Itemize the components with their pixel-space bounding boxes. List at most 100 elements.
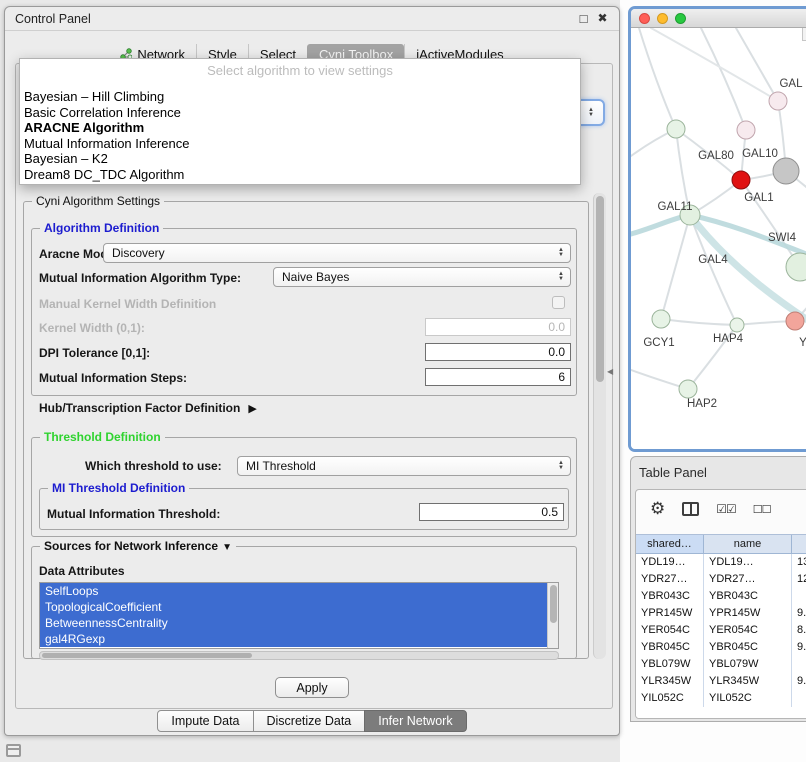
apply-button[interactable]: Apply bbox=[275, 677, 349, 698]
show-columns-icon[interactable] bbox=[682, 502, 699, 516]
column-header-shared-name[interactable]: shared… bbox=[636, 535, 704, 553]
expand-arrow-icon bbox=[240, 401, 256, 415]
network-edge[interactable] bbox=[661, 215, 690, 319]
network-view-window: GALGAL80GAL10GAL11GAL1SWI4GAL4GCY1HAP4HA… bbox=[628, 6, 806, 452]
algorithm-option-bayesian-k2[interactable]: Bayesian – K2 bbox=[20, 151, 580, 167]
attributes-list-scrollbar[interactable] bbox=[547, 583, 558, 648]
settings-scrollbar[interactable] bbox=[593, 193, 606, 659]
close-window-icon[interactable] bbox=[639, 13, 650, 24]
network-edge[interactable] bbox=[690, 215, 737, 325]
network-node[interactable] bbox=[732, 171, 750, 189]
cell-value bbox=[792, 690, 806, 707]
table-row[interactable]: YLR345WYLR345W9. bbox=[636, 673, 806, 690]
restore-panel-icon[interactable] bbox=[6, 744, 21, 757]
minimize-window-icon[interactable] bbox=[657, 13, 668, 24]
network-node[interactable] bbox=[773, 158, 799, 184]
close-panel-icon[interactable] bbox=[595, 11, 610, 26]
sources-title[interactable]: Sources for Network Inference bbox=[40, 539, 236, 553]
hub-transcription-factor-toggle[interactable]: Hub/Transcription Factor Definition bbox=[39, 401, 257, 415]
table-toolbar bbox=[636, 490, 806, 528]
cell-name: YDL19… bbox=[704, 554, 792, 571]
attribute-item-betweennesscentrality[interactable]: BetweennessCentrality bbox=[40, 615, 558, 631]
cell-shared-name: YPR145W bbox=[636, 605, 704, 622]
column-header-partial[interactable] bbox=[792, 535, 806, 553]
combo-arrows-icon bbox=[554, 272, 568, 282]
attribute-item-gal4rgexp[interactable]: gal4RGexp bbox=[40, 631, 558, 647]
select-all-columns-icon[interactable] bbox=[716, 500, 736, 518]
settings-scrollbar-thumb[interactable] bbox=[596, 196, 604, 382]
network-edge[interactable] bbox=[639, 28, 676, 129]
network-node[interactable] bbox=[652, 310, 670, 328]
control-panel-titlebar[interactable]: Control Panel bbox=[5, 7, 619, 31]
network-scrollbar-up-icon[interactable] bbox=[802, 28, 806, 41]
mi-algorithm-type-value: Naive Bayes bbox=[282, 270, 554, 284]
cell-value bbox=[792, 588, 806, 605]
algorithm-option-bayesian-hill-climbing[interactable]: Bayesian – Hill Climbing bbox=[20, 89, 580, 105]
mi-threshold-label: Mutual Information Threshold: bbox=[47, 507, 220, 521]
network-node[interactable] bbox=[679, 380, 697, 398]
attributes-scrollbar-thumb[interactable] bbox=[550, 585, 557, 623]
attributes-hscrollbar[interactable] bbox=[39, 651, 559, 660]
manual-kernel-width-checkbox[interactable] bbox=[552, 296, 565, 309]
mi-threshold-definition-title: MI Threshold Definition bbox=[48, 481, 189, 495]
mi-threshold-field[interactable] bbox=[419, 503, 564, 521]
cell-value: 9. bbox=[792, 673, 806, 690]
network-canvas-svg: GALGAL80GAL10GAL11GAL1SWI4GAL4GCY1HAP4HA… bbox=[631, 28, 806, 452]
network-node[interactable] bbox=[730, 318, 744, 332]
network-node-label: GAL4 bbox=[698, 254, 728, 266]
algorithm-option-dream8-dc-tdc-algorithm[interactable]: Dream8 DC_TDC Algorithm bbox=[20, 167, 580, 183]
dpi-tolerance-field[interactable] bbox=[425, 343, 571, 361]
deselect-all-columns-icon[interactable] bbox=[753, 500, 771, 518]
mi-algorithm-type-select[interactable]: Naive Bayes bbox=[273, 267, 571, 287]
table-header-row: shared… name bbox=[636, 534, 806, 554]
network-window-titlebar[interactable] bbox=[631, 9, 806, 28]
cell-name: YDR27… bbox=[704, 571, 792, 588]
network-node[interactable] bbox=[786, 312, 804, 330]
network-node-label: GCY1 bbox=[643, 337, 674, 349]
table-row[interactable]: YER054CYER054C8. bbox=[636, 622, 806, 639]
attributes-hscrollbar-thumb[interactable] bbox=[42, 653, 252, 658]
bottom-tab-impute-data[interactable]: Impute Data bbox=[157, 710, 253, 732]
table-row[interactable]: YPR145WYPR145W9. bbox=[636, 605, 806, 622]
network-canvas[interactable]: GALGAL80GAL10GAL11GAL1SWI4GAL4GCY1HAP4HA… bbox=[631, 28, 806, 449]
bottom-tab-infer-network[interactable]: Infer Network bbox=[364, 710, 466, 732]
panel-collapse-icon[interactable] bbox=[607, 367, 613, 376]
network-node[interactable] bbox=[786, 253, 806, 281]
algorithm-option-mutual-information-inference[interactable]: Mutual Information Inference bbox=[20, 136, 580, 152]
cell-shared-name: YDR27… bbox=[636, 571, 704, 588]
control-panel-title: Control Panel bbox=[15, 12, 91, 26]
mi-steps-field[interactable] bbox=[425, 368, 571, 386]
aracne-mode-value: Discovery bbox=[112, 246, 554, 260]
table-row[interactable]: YDR27…YDR27…12 bbox=[636, 571, 806, 588]
network-node-label: HAP2 bbox=[687, 398, 717, 410]
zoom-window-icon[interactable] bbox=[675, 13, 686, 24]
cell-name: YBL079W bbox=[704, 656, 792, 673]
which-threshold-select[interactable]: MI Threshold bbox=[237, 456, 571, 476]
network-node[interactable] bbox=[737, 121, 755, 139]
table-row[interactable]: YBR045CYBR045C9. bbox=[636, 639, 806, 656]
combo-arrows-icon bbox=[554, 248, 568, 258]
column-header-name[interactable]: name bbox=[704, 535, 792, 553]
kernel-width-field[interactable] bbox=[425, 318, 571, 336]
attribute-item-selfloops[interactable]: SelfLoops bbox=[40, 583, 558, 599]
table-panel-title: Table Panel bbox=[639, 465, 707, 480]
network-node[interactable] bbox=[667, 120, 685, 138]
attribute-item-topologicalcoefficient[interactable]: TopologicalCoefficient bbox=[40, 599, 558, 615]
network-edge[interactable] bbox=[736, 28, 778, 101]
network-edge[interactable] bbox=[661, 319, 737, 325]
algorithm-definition-title: Algorithm Definition bbox=[40, 221, 163, 235]
table-settings-gear-icon[interactable] bbox=[650, 499, 665, 519]
network-edge[interactable] bbox=[651, 28, 778, 101]
table-row[interactable]: YBL079WYBL079W bbox=[636, 656, 806, 673]
float-window-icon[interactable] bbox=[576, 11, 591, 26]
algorithm-option-basic-correlation-inference[interactable]: Basic Correlation Inference bbox=[20, 105, 580, 121]
aracne-mode-select[interactable]: Discovery bbox=[103, 243, 571, 263]
table-row[interactable]: YBR043CYBR043C bbox=[636, 588, 806, 605]
data-attributes-list[interactable]: SelfLoopsTopologicalCoefficientBetweenne… bbox=[39, 582, 559, 649]
table-row[interactable]: YIL052CYIL052C bbox=[636, 690, 806, 707]
algorithm-option-aracne-algorithm[interactable]: ARACNE Algorithm bbox=[20, 120, 580, 136]
bottom-tab-discretize-data[interactable]: Discretize Data bbox=[253, 710, 366, 732]
network-node[interactable] bbox=[769, 92, 787, 110]
table-row[interactable]: YDL19…YDL19…13 bbox=[636, 554, 806, 571]
screen: Control Panel NetworkStyleSelectCyni Too… bbox=[0, 0, 806, 762]
